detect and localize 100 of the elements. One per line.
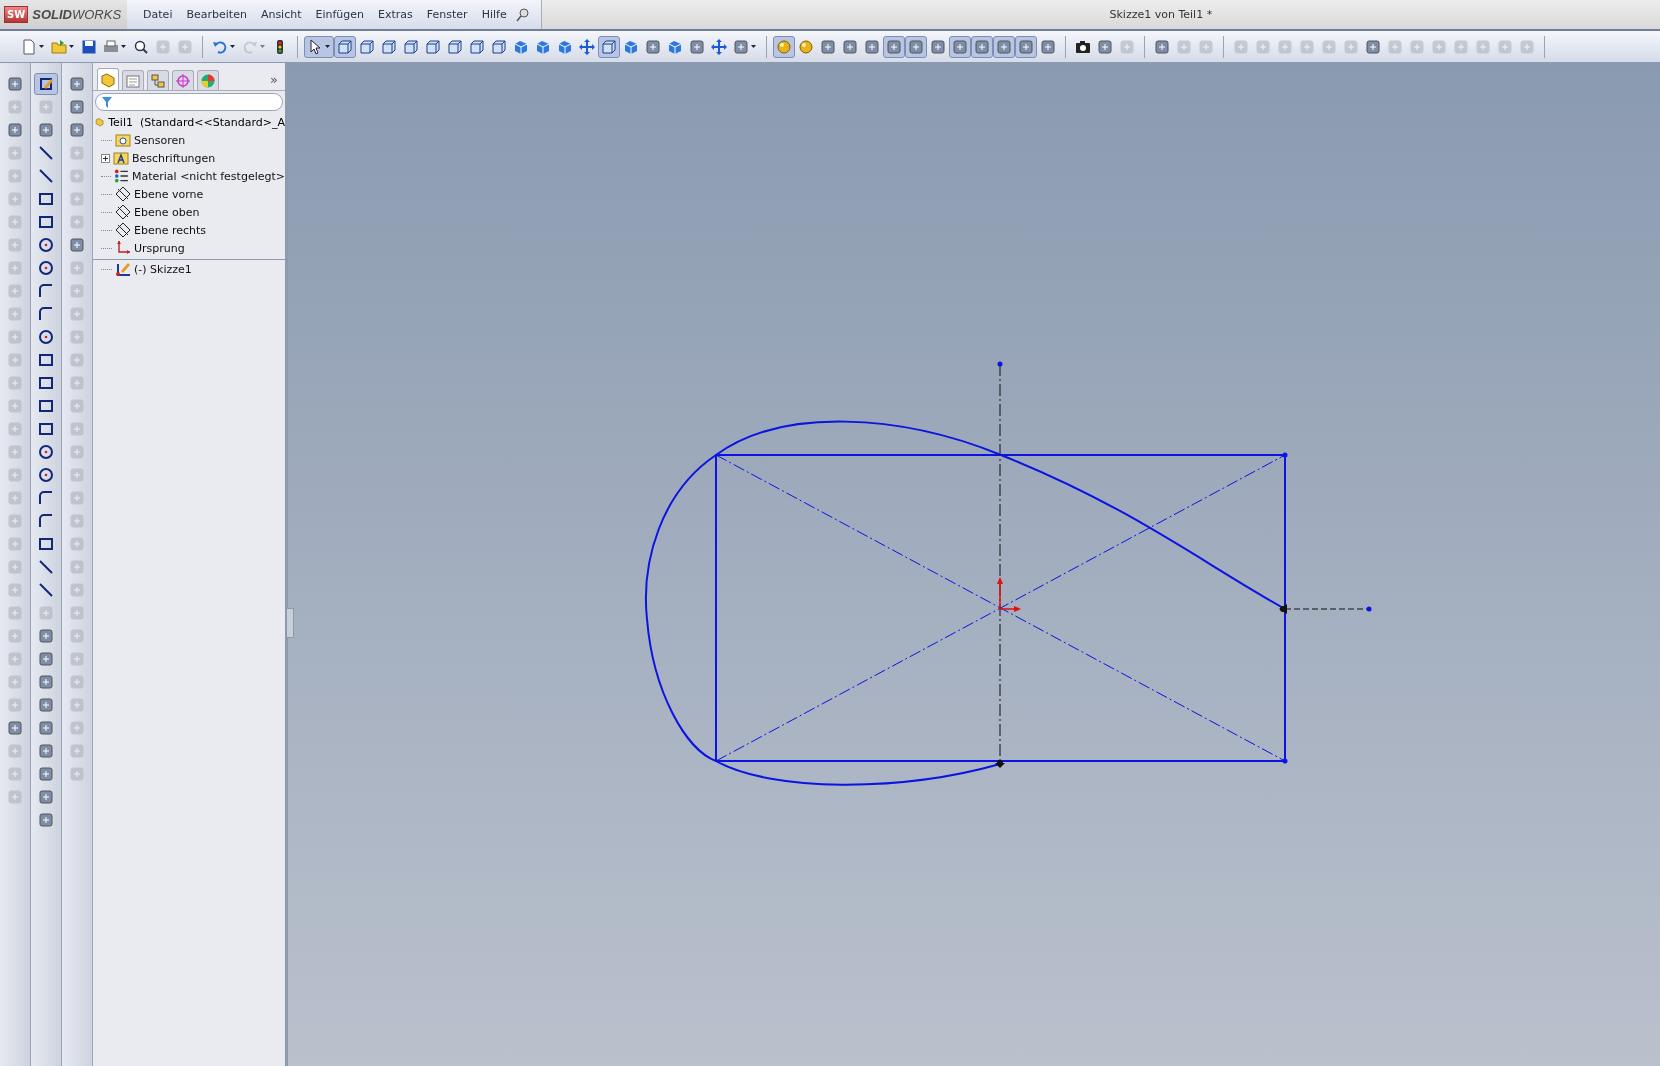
caret-icon xyxy=(260,45,265,48)
caret-icon xyxy=(751,45,756,48)
tree-item[interactable]: (-) Skizze1 xyxy=(134,262,192,276)
tool-icon xyxy=(69,628,85,644)
circle-icon xyxy=(38,444,54,460)
line-icon xyxy=(38,559,54,575)
tool-icon xyxy=(7,628,23,644)
tool-icon xyxy=(1097,38,1113,55)
solid-cube-icon xyxy=(623,38,639,55)
tool-icon xyxy=(7,260,23,276)
caret-icon xyxy=(121,45,126,48)
tool-icon xyxy=(7,559,23,575)
menu-item[interactable]: Datei xyxy=(137,6,179,23)
printer-icon xyxy=(103,38,119,55)
filter-field[interactable] xyxy=(95,93,283,111)
tool-icon xyxy=(38,99,54,115)
tool-icon xyxy=(7,444,23,460)
pin-icon[interactable] xyxy=(514,6,531,23)
tool-icon xyxy=(7,306,23,322)
menu-item[interactable]: Hilfe xyxy=(475,6,513,23)
sphere-icon xyxy=(798,38,814,55)
toolbar-button[interactable] xyxy=(304,35,334,58)
tool-icon xyxy=(69,674,85,690)
sketch-curve[interactable] xyxy=(645,454,1001,786)
tool-icon xyxy=(69,237,85,253)
tool-icon xyxy=(7,467,23,483)
tool-icon xyxy=(69,513,85,529)
sensor-folder-icon xyxy=(115,132,131,148)
sketch-point[interactable] xyxy=(1366,606,1372,612)
panel-tab[interactable] xyxy=(147,70,169,90)
tool-icon xyxy=(1277,38,1293,55)
tool-icon xyxy=(69,605,85,621)
tool-icon xyxy=(69,720,85,736)
tool-icon xyxy=(1387,38,1403,55)
constraint-marker xyxy=(1279,604,1287,614)
tool-icon xyxy=(7,651,23,667)
tree-item[interactable]: Sensoren xyxy=(134,133,186,147)
plane-icon xyxy=(115,186,131,202)
tool-icon xyxy=(842,38,858,55)
cube-icon xyxy=(447,38,463,55)
tool-icon xyxy=(1431,38,1447,55)
tree-item[interactable]: Material <nicht festgelegt> xyxy=(131,169,285,183)
caret-icon xyxy=(230,45,235,48)
solid-cube-icon xyxy=(557,38,573,55)
tool-icon xyxy=(7,168,23,184)
tool-icon xyxy=(69,168,85,184)
app-logo: SOLIDWORKS xyxy=(32,7,122,22)
tool-icon xyxy=(69,329,85,345)
tool-icon xyxy=(69,697,85,713)
tool-icon xyxy=(38,743,54,759)
tree-item[interactable]: Ebene vorne xyxy=(134,187,204,201)
tool-icon xyxy=(69,559,85,575)
tool-icon xyxy=(864,38,880,55)
panel-tab[interactable] xyxy=(97,68,119,90)
panel-tab[interactable] xyxy=(197,70,219,90)
tree-item[interactable]: Ursprung xyxy=(134,241,185,255)
sketch-point[interactable] xyxy=(1282,758,1288,764)
menu-item[interactable]: Extras xyxy=(372,6,419,23)
sketch-icon xyxy=(115,261,131,277)
panel-tab[interactable] xyxy=(172,70,194,90)
menu-item[interactable]: Bearbeiten xyxy=(180,6,253,23)
centerline[interactable] xyxy=(999,363,1001,762)
menu-item[interactable]: Ansicht xyxy=(254,6,308,23)
tree-item[interactable]: Ebene rechts xyxy=(134,223,207,237)
sketch-point[interactable] xyxy=(1282,452,1288,458)
sketch-point[interactable] xyxy=(997,361,1003,367)
tree-item[interactable]: Ebene oben xyxy=(134,205,200,219)
tool-icon xyxy=(7,76,23,92)
toolbar-button[interactable] xyxy=(34,73,58,95)
panel-tab[interactable] xyxy=(122,70,144,90)
constraint-marker xyxy=(995,760,1005,768)
origin-icon xyxy=(115,240,131,256)
center-rectangle[interactable] xyxy=(715,454,1286,762)
line-icon xyxy=(38,582,54,598)
tool-icon xyxy=(38,605,54,621)
tool-icon xyxy=(908,38,924,55)
caret-icon xyxy=(39,45,44,48)
construction-line[interactable] xyxy=(1284,608,1370,610)
tool-icon xyxy=(974,38,990,55)
panel-collapse-handle[interactable] xyxy=(286,608,294,638)
menu-item[interactable]: Fenster xyxy=(420,6,474,23)
tool-icon xyxy=(1343,38,1359,55)
folder-icon xyxy=(51,38,67,55)
plane-icon xyxy=(115,222,131,238)
expand-toggle[interactable] xyxy=(101,153,110,163)
filter-icon xyxy=(102,96,112,108)
menu-item[interactable]: Einfügen xyxy=(309,6,371,23)
tree-item[interactable]: Beschriftungen xyxy=(132,151,216,165)
tool-icon xyxy=(7,329,23,345)
tool-icon xyxy=(69,122,85,138)
tool-icon xyxy=(38,628,54,644)
arc-icon xyxy=(38,283,54,299)
tool-icon xyxy=(689,38,705,55)
more-tabs-button[interactable]: » xyxy=(266,72,282,90)
rectangle-icon xyxy=(38,214,54,230)
magnifier-icon xyxy=(133,38,149,55)
solid-cube-icon xyxy=(667,38,683,55)
tool-icon xyxy=(1018,38,1034,55)
tree-root[interactable]: Teil1 (Standard<<Standard>_A xyxy=(93,113,285,131)
pencil-icon xyxy=(38,76,54,92)
